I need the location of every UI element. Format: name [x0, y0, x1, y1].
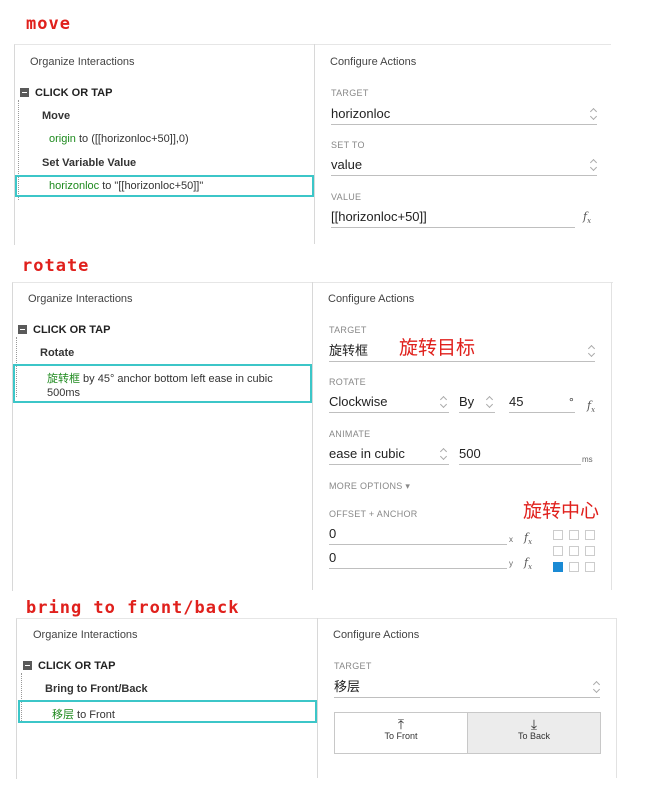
to-back-button[interactable]: ⤓ To Back [467, 712, 601, 754]
updown-arrows-icon[interactable] [486, 395, 494, 409]
section-title-move: move [26, 14, 71, 34]
value-label: VALUE [331, 192, 362, 202]
action-bring-target: 移层 [52, 709, 74, 721]
action-bring-detail[interactable]: 移层 to Front [52, 706, 115, 722]
configure-actions-header: Configure Actions [333, 629, 420, 641]
action-set-variable-args: to "[[horizonloc+50]]" [99, 180, 204, 192]
section-title-bring: bring to front/back [26, 598, 240, 618]
rotate-panel-divider [312, 282, 313, 590]
animate-duration-input[interactable]: 500 [459, 445, 581, 465]
event-click-or-tap[interactable]: CLICK OR TAP [33, 324, 110, 336]
fx-icon[interactable]: fx [524, 556, 532, 571]
rotate-degrees-input[interactable]: 45 [509, 393, 575, 413]
bring-panel-right-border [616, 618, 617, 778]
anchor-middle-left[interactable] [553, 546, 563, 556]
ms-unit: ms [582, 455, 593, 464]
organize-interactions-header: Organize Interactions [33, 629, 138, 641]
degree-unit: ° [569, 395, 574, 409]
set-to-label: SET TO [331, 140, 365, 150]
minus-square-icon[interactable] [18, 325, 27, 334]
anchor-top-center[interactable] [569, 530, 579, 540]
minus-square-icon[interactable] [23, 661, 32, 670]
animate-easing-select[interactable]: ease in cubic [329, 445, 449, 465]
action-bring-front-back[interactable]: Bring to Front/Back [45, 683, 148, 695]
x-unit: x [509, 535, 513, 544]
offset-x-input[interactable]: 0 [329, 525, 507, 545]
anchor-bottom-center[interactable] [569, 562, 579, 572]
updown-arrows-icon[interactable] [588, 344, 596, 358]
action-set-variable-detail[interactable]: horizonloc to "[[horizonloc+50]]" [49, 180, 203, 192]
event-click-or-tap[interactable]: CLICK OR TAP [35, 87, 112, 99]
fx-icon[interactable]: fx [583, 210, 591, 225]
action-rotate-detail-line2: 500ms [47, 387, 81, 399]
target-label: TARGET [334, 661, 372, 671]
updown-arrows-icon[interactable] [440, 395, 448, 409]
to-front-label: To Front [384, 731, 418, 741]
action-move-args: to ([[horizonloc+50]],0) [75, 133, 189, 145]
y-unit: y [509, 559, 513, 568]
action-rotate-target: 旋转框 [47, 373, 80, 385]
action-bring-args: to Front [74, 709, 115, 721]
anchor-top-left[interactable] [553, 530, 563, 540]
event-click-or-tap[interactable]: CLICK OR TAP [38, 660, 115, 672]
bring-panel-divider [317, 618, 318, 778]
arrow-down-bar-icon: ⤓ [530, 716, 538, 732]
annotation-rotate-target: 旋转目标 [399, 337, 476, 359]
minus-square-icon[interactable] [20, 88, 29, 97]
more-options-toggle[interactable]: MORE OPTIONS ▾ [329, 481, 410, 492]
action-rotate[interactable]: Rotate [40, 347, 74, 359]
arrow-up-bar-icon: ⤒ [397, 716, 405, 732]
offset-anchor-label: OFFSET + ANCHOR [329, 509, 418, 519]
action-rotate-args: by 45° anchor bottom left ease in cubic [80, 373, 273, 385]
target-label: TARGET [329, 325, 367, 335]
value-input[interactable]: [[horizonloc+50]] [331, 208, 575, 228]
action-move[interactable]: Move [42, 110, 70, 122]
action-rotate-detail[interactable]: 旋转框 by 45° anchor bottom left ease in cu… [47, 370, 273, 386]
annotation-anchor: 旋转中心 [523, 500, 600, 522]
action-move-detail[interactable]: origin to ([[horizonloc+50]],0) [49, 133, 189, 145]
updown-arrows-icon[interactable] [440, 447, 448, 461]
fx-icon[interactable]: fx [587, 399, 595, 414]
target-select[interactable]: horizonloc [331, 105, 597, 125]
configure-actions-header: Configure Actions [328, 293, 415, 305]
action-move-target: origin [49, 133, 76, 145]
rotate-direction-select[interactable]: Clockwise [329, 393, 449, 413]
updown-arrows-icon[interactable] [593, 680, 601, 694]
section-title-rotate: rotate [22, 256, 90, 276]
anchor-center[interactable] [569, 546, 579, 556]
rotate-label: ROTATE [329, 377, 366, 387]
organize-interactions-header: Organize Interactions [30, 56, 135, 68]
organize-interactions-header: Organize Interactions [28, 293, 133, 305]
fx-icon[interactable]: fx [524, 531, 532, 546]
configure-actions-header: Configure Actions [330, 56, 417, 68]
updown-arrows-icon[interactable] [590, 158, 598, 172]
target-select[interactable]: 移层 [334, 678, 600, 698]
move-panel-divider [314, 44, 315, 244]
set-to-select[interactable]: value [331, 156, 597, 176]
action-set-variable-target: horizonloc [49, 180, 100, 192]
to-back-label: To Back [517, 731, 550, 741]
to-front-button[interactable]: ⤒ To Front [334, 712, 468, 754]
anchor-middle-right[interactable] [585, 546, 595, 556]
anchor-top-right[interactable] [585, 530, 595, 540]
rotate-panel-right-border [611, 282, 612, 590]
animate-label: ANIMATE [329, 429, 371, 439]
offset-y-input[interactable]: 0 [329, 549, 507, 569]
anchor-bottom-right[interactable] [585, 562, 595, 572]
target-label: TARGET [331, 88, 369, 98]
action-set-variable[interactable]: Set Variable Value [42, 157, 136, 169]
updown-arrows-icon[interactable] [590, 107, 598, 121]
anchor-bottom-left[interactable] [553, 562, 563, 572]
